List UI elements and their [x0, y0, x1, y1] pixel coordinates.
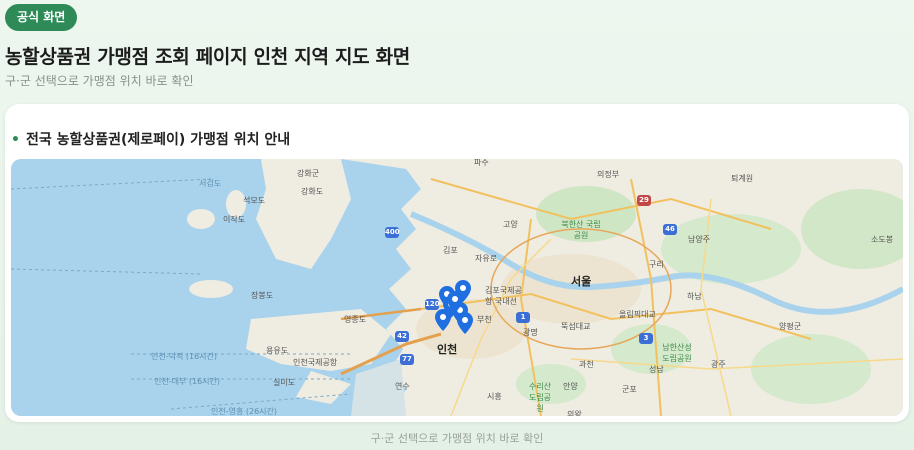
map-label-siheung: 시흥	[487, 392, 502, 401]
map-label-uiwang: 의왕	[567, 410, 582, 416]
map-label-guri: 구리	[649, 260, 664, 269]
map-label-jayuro: 자유로	[475, 254, 498, 263]
route-3-shield: 3	[639, 333, 653, 344]
store-location-pin-6[interactable]	[457, 312, 473, 334]
map-label-ferry1: 인천-덕적 (16시간)	[151, 352, 218, 361]
map-label-gimpo-airport: 김포국제공항 국내선	[485, 286, 522, 306]
map-card: • 전국 농할상품권(제로페이) 가맹점 위치 안내 파주 의정부 서검도 강화…	[5, 104, 909, 422]
map-label-jangbongdo: 장봉도	[251, 291, 274, 300]
map-label-paju: 파주	[474, 159, 489, 167]
map-label-ttukseom: 뚝섬대교	[561, 322, 591, 331]
map-label-gimpo: 김포	[443, 246, 458, 255]
map-label-gunpo: 군포	[622, 385, 637, 394]
map-label-anyang: 안양	[563, 382, 578, 391]
map-label-silmido: 실미도	[273, 378, 296, 387]
route-46-shield: 46	[663, 224, 677, 235]
map-label-ganghwado: 강화도	[301, 187, 324, 196]
map-label-gwacheon: 과천	[579, 360, 594, 369]
map-label-yeongjongdo: 영종도	[344, 315, 367, 324]
map-label-yeonsu: 연수	[395, 382, 410, 391]
page-subtitle: 구·군 선택으로 가맹점 위치 바로 확인	[5, 74, 194, 88]
map-label-incheon-airport: 인천국제공항	[293, 358, 338, 367]
card-heading: • 전국 농할상품권(제로페이) 가맹점 위치 안내	[11, 129, 290, 149]
map-label-bukhansan: 북한산 국립공원	[561, 220, 601, 240]
bullet-icon: •	[11, 132, 20, 148]
route-29-shield: 29	[637, 195, 651, 206]
map-label-seoul: 서울	[571, 275, 592, 288]
map-label-toegyewon: 퇴계원	[731, 174, 754, 183]
route-1-shield: 1	[516, 312, 530, 323]
map-label-goyang: 고양	[503, 220, 518, 229]
map-label-yangpyeong: 양평군	[779, 322, 802, 331]
route-400-shield: 400	[385, 227, 400, 238]
map-label-hanam: 하남	[687, 292, 702, 301]
map-label-seogeomdo: 서검도	[199, 179, 222, 188]
map-label-soyo: 소도봉	[871, 235, 894, 244]
map-label-ferry2: 인천-대부 (16시간)	[154, 377, 221, 386]
page-title: 농할상품권 가맹점 조회 페이지 인천 지역 지도 화면	[5, 46, 410, 68]
map-label-olympic: 올림픽대교	[619, 310, 656, 319]
map-label-suri: 수리산 도립공원	[528, 382, 552, 413]
map-label-yongyudo: 용유도	[266, 346, 289, 355]
route-42-shield: 42	[395, 331, 409, 342]
map-label-ferry3: 인천-영흥 (26시간)	[211, 407, 278, 416]
page-footer-caption: 구·군 선택으로 가맹점 위치 바로 확인	[370, 432, 544, 445]
map-label-bucheon: 부천	[477, 315, 492, 324]
map-label-incheon: 인천	[437, 343, 458, 356]
store-location-pin-7[interactable]	[447, 291, 463, 313]
map-label-namyangju: 남양주	[688, 235, 711, 244]
map-label-gwangju: 광주	[711, 360, 726, 369]
map-view[interactable]: 파주 의정부 서검도 강화군 강화도 석모도 이작도 고양 북한산 국립공원 남…	[11, 159, 903, 416]
card-heading-text: 전국 농할상품권(제로페이) 가맹점 위치 안내	[25, 132, 291, 148]
map-label-ganghwagun: 강화군	[297, 169, 320, 178]
map-label-namhansanseong: 남한산성 도립공원	[662, 343, 692, 363]
route-77-shield: 77	[400, 354, 414, 365]
map-label-seokmodo: 석모도	[243, 196, 266, 205]
map-label-uijeongbu: 의정부	[597, 170, 620, 179]
map-label-seongnam: 성남	[649, 365, 664, 374]
map-label-ichado: 이작도	[223, 215, 246, 224]
map-label-gwangmyeong: 광명	[523, 328, 538, 337]
official-badge: 공식 화면	[5, 4, 78, 31]
